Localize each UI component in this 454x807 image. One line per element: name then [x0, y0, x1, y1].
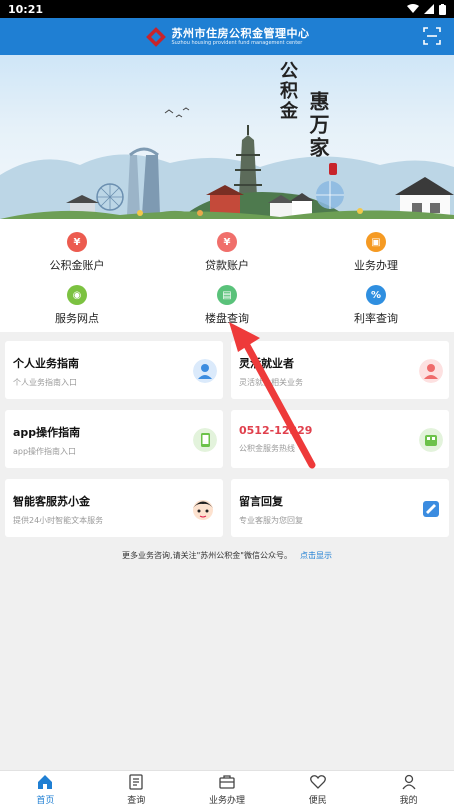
- card-personal-guide[interactable]: 个人业务指南 个人业务指南入口: [5, 341, 223, 399]
- card-subtitle: app操作指南入口: [13, 447, 77, 456]
- scan-icon[interactable]: [422, 26, 442, 46]
- card-title: app操作指南: [13, 426, 81, 439]
- app-header: 苏州市住房公积金管理中心 Suzhou housing provident fu…: [0, 18, 454, 55]
- logo-icon: [145, 26, 166, 47]
- bottom-tab-bar: 首页 查询 业务办理 便民 我的: [0, 770, 454, 807]
- tab-convenience[interactable]: 便民: [272, 771, 363, 807]
- briefcase-icon: ▣: [366, 232, 386, 252]
- card-title: 留言回复: [239, 495, 283, 508]
- grid-item-provident-account[interactable]: ¥ 公积金账户: [2, 232, 152, 273]
- wallet-icon: ¥: [67, 232, 87, 252]
- telephone-icon: [419, 428, 443, 452]
- person-icon: [193, 359, 217, 383]
- card-subtitle: 个人业务指南入口: [13, 378, 77, 387]
- tab-label: 首页: [36, 795, 55, 806]
- wechat-notice: 更多业务咨询,请关注"苏州公积金"微信公众号。 点击显示: [0, 550, 454, 561]
- robot-avatar-icon: [193, 500, 213, 520]
- logo: 苏州市住房公积金管理中心 Suzhou housing provident fu…: [145, 26, 310, 48]
- tab-query[interactable]: 查询: [91, 771, 182, 807]
- tab-label: 查询: [127, 795, 146, 806]
- app-title: 苏州市住房公积金管理中心: [171, 26, 310, 40]
- location-icon: ◉: [67, 285, 87, 305]
- grid-item-service-outlets[interactable]: ◉ 服务网点: [2, 285, 152, 326]
- building-icon: ▤: [217, 285, 237, 305]
- card-subtitle: 公积金服务热线: [239, 444, 295, 453]
- card-title: 个人业务指南: [13, 357, 79, 370]
- heart-icon: [309, 774, 326, 789]
- grid-label: 利率查询: [354, 312, 398, 325]
- card-message-reply[interactable]: 留言回复 专业客服为您回复: [231, 479, 449, 537]
- banner-slogan-right: 惠万家: [306, 91, 330, 160]
- tab-label: 业务办理: [208, 795, 245, 806]
- quick-actions-grid: ¥ 公积金账户 ¥ 贷款账户 ▣ 业务办理 ◉ 服务网点 ▤ 楼盘查询 % 利率…: [0, 219, 454, 332]
- wifi-icon: [407, 4, 419, 13]
- status-bar: 10:21: [0, 0, 454, 18]
- card-app-guide[interactable]: app操作指南 app操作指南入口: [5, 410, 223, 468]
- phone-guide-icon: [193, 428, 217, 452]
- seal-icon: [329, 163, 337, 175]
- show-link[interactable]: 点击显示: [300, 551, 332, 560]
- card-title: 灵活就业者: [239, 357, 294, 370]
- tab-label: 我的: [399, 795, 418, 806]
- battery-icon: [439, 3, 446, 15]
- banner-illustration: [0, 107, 454, 219]
- loan-icon: ¥: [217, 232, 237, 252]
- grid-item-loan-account[interactable]: ¥ 贷款账户: [152, 232, 302, 273]
- card-hotline[interactable]: 0512-12329 公积金服务热线: [231, 410, 449, 468]
- grid-label: 公积金账户: [49, 259, 105, 272]
- user-icon: [402, 774, 416, 789]
- banner-slogan-left: 公积金: [277, 61, 298, 121]
- status-time: 10:21: [8, 2, 44, 16]
- grid-label: 服务网点: [55, 312, 99, 325]
- grid-item-rate-query[interactable]: % 利率查询: [301, 285, 451, 326]
- grid-label: 楼盘查询: [205, 312, 249, 325]
- home-icon: [38, 774, 53, 789]
- tab-business[interactable]: 业务办理: [182, 771, 273, 807]
- promo-banner[interactable]: 公积金 惠万家: [0, 55, 454, 219]
- card-flexible-workers[interactable]: 灵活就业者 灵活就业相关业务: [231, 341, 449, 399]
- signal-icon: [424, 4, 434, 14]
- tab-label: 便民: [308, 795, 327, 806]
- card-title: 0512-12329: [239, 424, 313, 437]
- grid-label: 业务办理: [354, 259, 398, 272]
- edit-note-icon: [423, 501, 439, 517]
- query-icon: [129, 773, 143, 790]
- grid-label: 贷款账户: [205, 259, 249, 272]
- app-subtitle: Suzhou housing provident fund management…: [171, 39, 303, 46]
- card-subtitle: 灵活就业相关业务: [239, 378, 303, 387]
- card-smart-service[interactable]: 智能客服苏小金 提供24小时智能文本服务: [5, 479, 223, 537]
- card-subtitle: 专业客服为您回复: [239, 516, 303, 525]
- grid-item-property-query[interactable]: ▤ 楼盘查询: [152, 285, 302, 326]
- grid-item-business[interactable]: ▣ 业务办理: [301, 232, 451, 273]
- tab-mine[interactable]: 我的: [363, 771, 454, 807]
- worker-icon: [419, 359, 443, 383]
- tab-home[interactable]: 首页: [0, 771, 91, 807]
- notice-text: 更多业务咨询,请关注"苏州公积金"微信公众号。: [122, 551, 292, 560]
- rate-icon: %: [366, 285, 386, 305]
- briefcase-icon: [219, 774, 235, 789]
